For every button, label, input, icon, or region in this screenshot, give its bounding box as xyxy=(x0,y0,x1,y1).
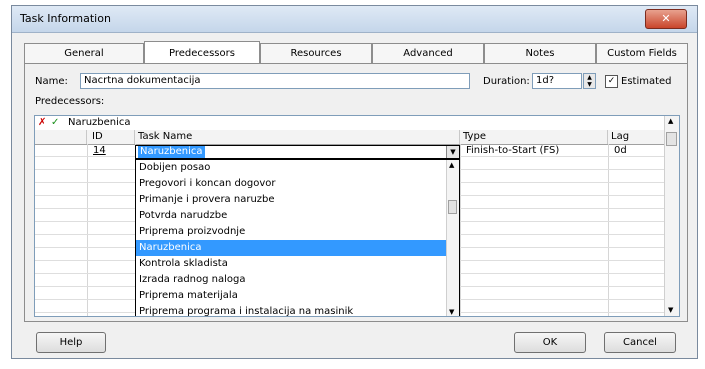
task-name-combobox[interactable]: Naruzbenica ▼ xyxy=(135,145,460,159)
column-type: Type xyxy=(460,130,608,144)
dialog-title: Task Information xyxy=(20,12,111,25)
task-name-value[interactable]: Naruzbenica xyxy=(138,146,205,158)
tab-general[interactable]: General xyxy=(24,43,144,63)
task-information-dialog: Task Information ✕ General Predecessors … xyxy=(11,5,698,359)
title-bar: Task Information ✕ xyxy=(12,6,697,33)
dropdown-option[interactable]: Izrada radnog naloga xyxy=(136,272,447,288)
dropdown-arrow-icon[interactable]: ▼ xyxy=(446,146,459,158)
dropdown-option[interactable]: Potvrda narudzbe xyxy=(136,208,447,224)
name-label: Name: xyxy=(35,76,68,87)
dropdown-option-selected[interactable]: Naruzbenica xyxy=(136,240,447,256)
predecessors-label: Predecessors: xyxy=(35,96,105,107)
entry-bar: ✗ ✓ Naruzbenica xyxy=(35,116,679,131)
dropdown-option[interactable]: Kontrola skladista xyxy=(136,256,447,272)
dropdown-scroll-down-icon[interactable]: ▼ xyxy=(449,308,454,316)
row-type[interactable]: Finish-to-Start (FS) xyxy=(463,144,559,157)
cancel-button[interactable]: Cancel xyxy=(604,332,676,353)
dropdown-option[interactable]: Primanje i provera naruzbe xyxy=(136,192,447,208)
row-id[interactable]: 14 xyxy=(90,144,106,157)
tab-predecessors[interactable]: Predecessors xyxy=(144,41,260,63)
close-button[interactable]: ✕ xyxy=(645,9,687,29)
help-button[interactable]: Help xyxy=(36,332,106,353)
tab-advanced[interactable]: Advanced xyxy=(372,43,484,63)
scroll-down-icon[interactable]: ▼ xyxy=(668,306,673,314)
dropdown-option[interactable]: Pregovori i koncan dogovor xyxy=(136,176,447,192)
column-id: ID xyxy=(87,130,135,144)
estimated-label: Estimated xyxy=(621,76,672,87)
predecessors-table: ✗ ✓ Naruzbenica ID Task Name Type Lag 14… xyxy=(34,115,680,317)
predecessors-panel: Name: Nacrtna dokumentacija Duration: 1d… xyxy=(24,63,688,322)
tab-notes[interactable]: Notes xyxy=(484,43,596,63)
scroll-thumb[interactable] xyxy=(666,132,677,146)
table-scrollbar[interactable]: ▲ ▼ xyxy=(664,116,679,316)
column-lag: Lag xyxy=(608,130,667,144)
tab-strip: General Predecessors Resources Advanced … xyxy=(24,41,688,64)
cancel-entry-icon[interactable]: ✗ xyxy=(35,116,46,129)
tab-custom-fields[interactable]: Custom Fields xyxy=(596,43,688,63)
dropdown-scroll-thumb[interactable] xyxy=(448,200,457,214)
column-task-name: Task Name xyxy=(135,130,460,144)
tab-resources[interactable]: Resources xyxy=(260,43,372,63)
dropdown-option[interactable]: Priprema materijala xyxy=(136,288,447,304)
duration-field[interactable]: 1d? xyxy=(532,73,582,89)
accept-entry-icon[interactable]: ✓ xyxy=(48,116,59,129)
duration-spinner[interactable]: ▲ ▼ xyxy=(583,73,596,89)
entry-value[interactable]: Naruzbenica xyxy=(65,116,131,129)
row-lag[interactable]: 0d xyxy=(611,144,627,157)
column-row-number xyxy=(35,130,87,144)
dropdown-option[interactable]: Priprema proizvodnje xyxy=(136,224,447,240)
task-name-dropdown[interactable]: Dobijen posao Pregovori i koncan dogovor… xyxy=(135,159,460,316)
ok-button[interactable]: OK xyxy=(514,332,586,353)
duration-label: Duration: xyxy=(483,76,530,87)
dropdown-scrollbar[interactable]: ▲ ▼ xyxy=(446,160,459,316)
name-field[interactable]: Nacrtna dokumentacija xyxy=(80,73,470,89)
scroll-up-icon[interactable]: ▲ xyxy=(668,117,673,125)
dropdown-scroll-up-icon[interactable]: ▲ xyxy=(449,161,454,169)
table-header: ID Task Name Type Lag xyxy=(35,130,667,145)
dropdown-option[interactable]: Priprema programa i instalacija na masin… xyxy=(136,304,447,316)
estimated-checkbox[interactable]: ✓ xyxy=(605,75,618,88)
close-icon: ✕ xyxy=(661,12,671,25)
dropdown-option[interactable]: Dobijen posao xyxy=(136,160,447,176)
